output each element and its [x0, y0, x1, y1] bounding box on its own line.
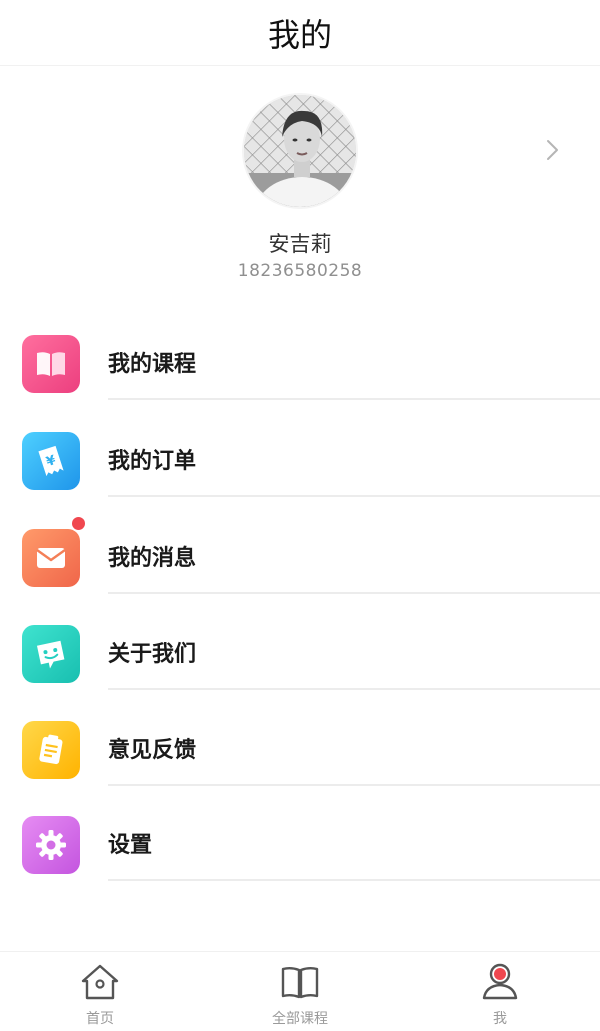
- smile-chat-icon: [22, 625, 80, 683]
- envelope-icon: [22, 529, 80, 587]
- menu-item-my-messages[interactable]: 我的消息: [0, 496, 600, 594]
- menu-item-label: 我的课程: [108, 352, 197, 377]
- tab-label: 首页: [86, 1011, 114, 1027]
- menu-item-label: 关于我们: [108, 642, 197, 667]
- book-icon: [22, 335, 80, 393]
- notification-badge: [70, 515, 87, 532]
- tab-all-courses[interactable]: 全部课程: [200, 952, 400, 1031]
- profile-name: 安吉莉: [268, 232, 332, 256]
- bottom-tab-bar: 首页 全部课程 我: [0, 951, 600, 1031]
- chevron-right-icon[interactable]: [540, 138, 564, 162]
- clipboard-icon: [22, 721, 80, 779]
- divider: [108, 879, 600, 881]
- tab-me[interactable]: 我: [400, 952, 600, 1031]
- home-icon: [81, 964, 119, 1000]
- menu-item-settings[interactable]: 设置: [0, 783, 600, 881]
- receipt-icon: ¥: [22, 432, 80, 490]
- tab-home[interactable]: 首页: [0, 952, 200, 1031]
- menu-item-my-orders[interactable]: ¥ 我的订单: [0, 399, 600, 497]
- top-bar: 我的: [0, 0, 600, 66]
- menu-item-label: 意见反馈: [108, 738, 197, 763]
- menu-item-my-courses[interactable]: 我的课程: [0, 302, 600, 400]
- menu-item-label: 设置: [108, 833, 153, 858]
- avatar[interactable]: [242, 93, 358, 209]
- menu-item-about-us[interactable]: 关于我们: [0, 592, 600, 690]
- tab-label: 我: [493, 1011, 507, 1027]
- tab-label: 全部课程: [272, 1011, 328, 1027]
- menu-item-label: 我的消息: [108, 546, 197, 571]
- person-icon: [482, 963, 518, 1000]
- gear-icon: [22, 816, 80, 874]
- profile-phone: 18236580258: [237, 261, 363, 281]
- book-outline-icon: [281, 967, 319, 999]
- avatar-photo: [244, 95, 356, 207]
- page-title: 我的: [267, 15, 332, 54]
- menu-item-label: 我的订单: [108, 449, 197, 474]
- menu-item-feedback[interactable]: 意见反馈: [0, 688, 600, 786]
- profile-card[interactable]: 安吉莉 18236580258: [0, 66, 600, 302]
